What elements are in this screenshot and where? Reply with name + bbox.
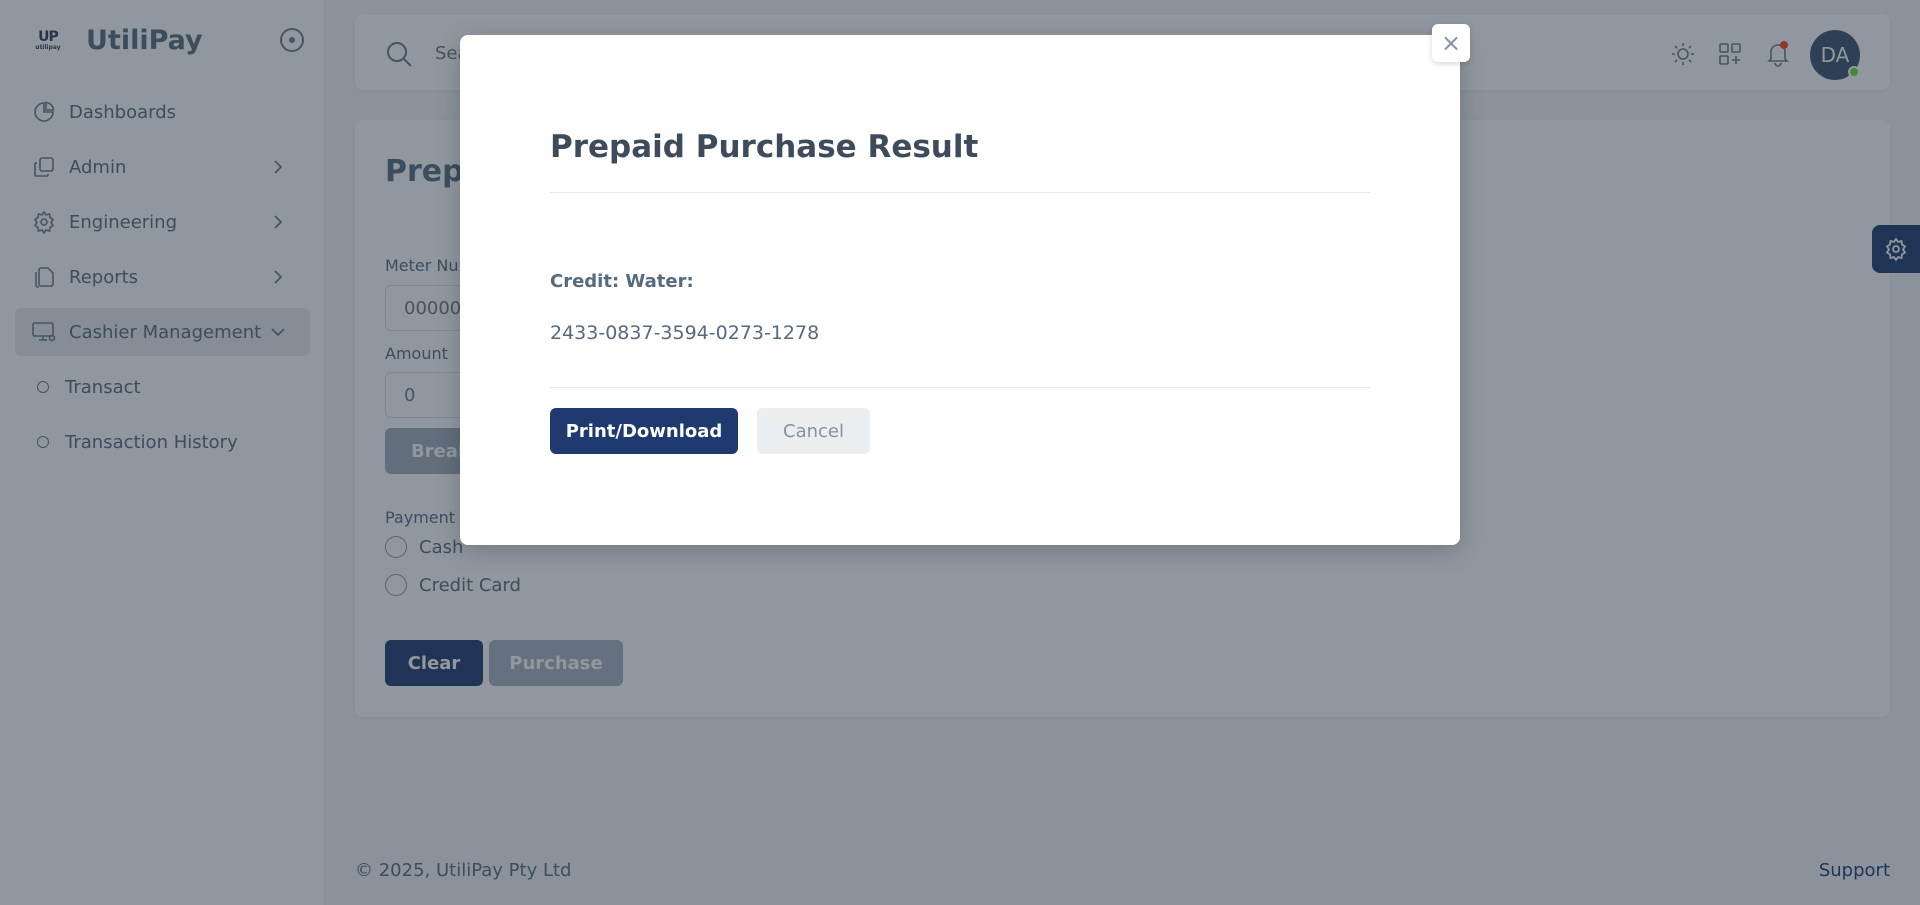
purchase-result-modal: Prepaid Purchase Result Credit: Water: 2… xyxy=(460,35,1460,545)
cancel-button[interactable]: Cancel xyxy=(757,408,870,454)
credit-type-label: Credit: Water: xyxy=(550,271,694,292)
modal-divider xyxy=(550,387,1370,388)
token-value: 2433-0837-3594-0273-1278 xyxy=(550,322,820,344)
print-download-button[interactable]: Print/Download xyxy=(550,408,738,454)
modal-title: Prepaid Purchase Result xyxy=(550,129,979,165)
modal-divider xyxy=(550,192,1370,193)
close-icon[interactable]: × xyxy=(1432,24,1470,62)
